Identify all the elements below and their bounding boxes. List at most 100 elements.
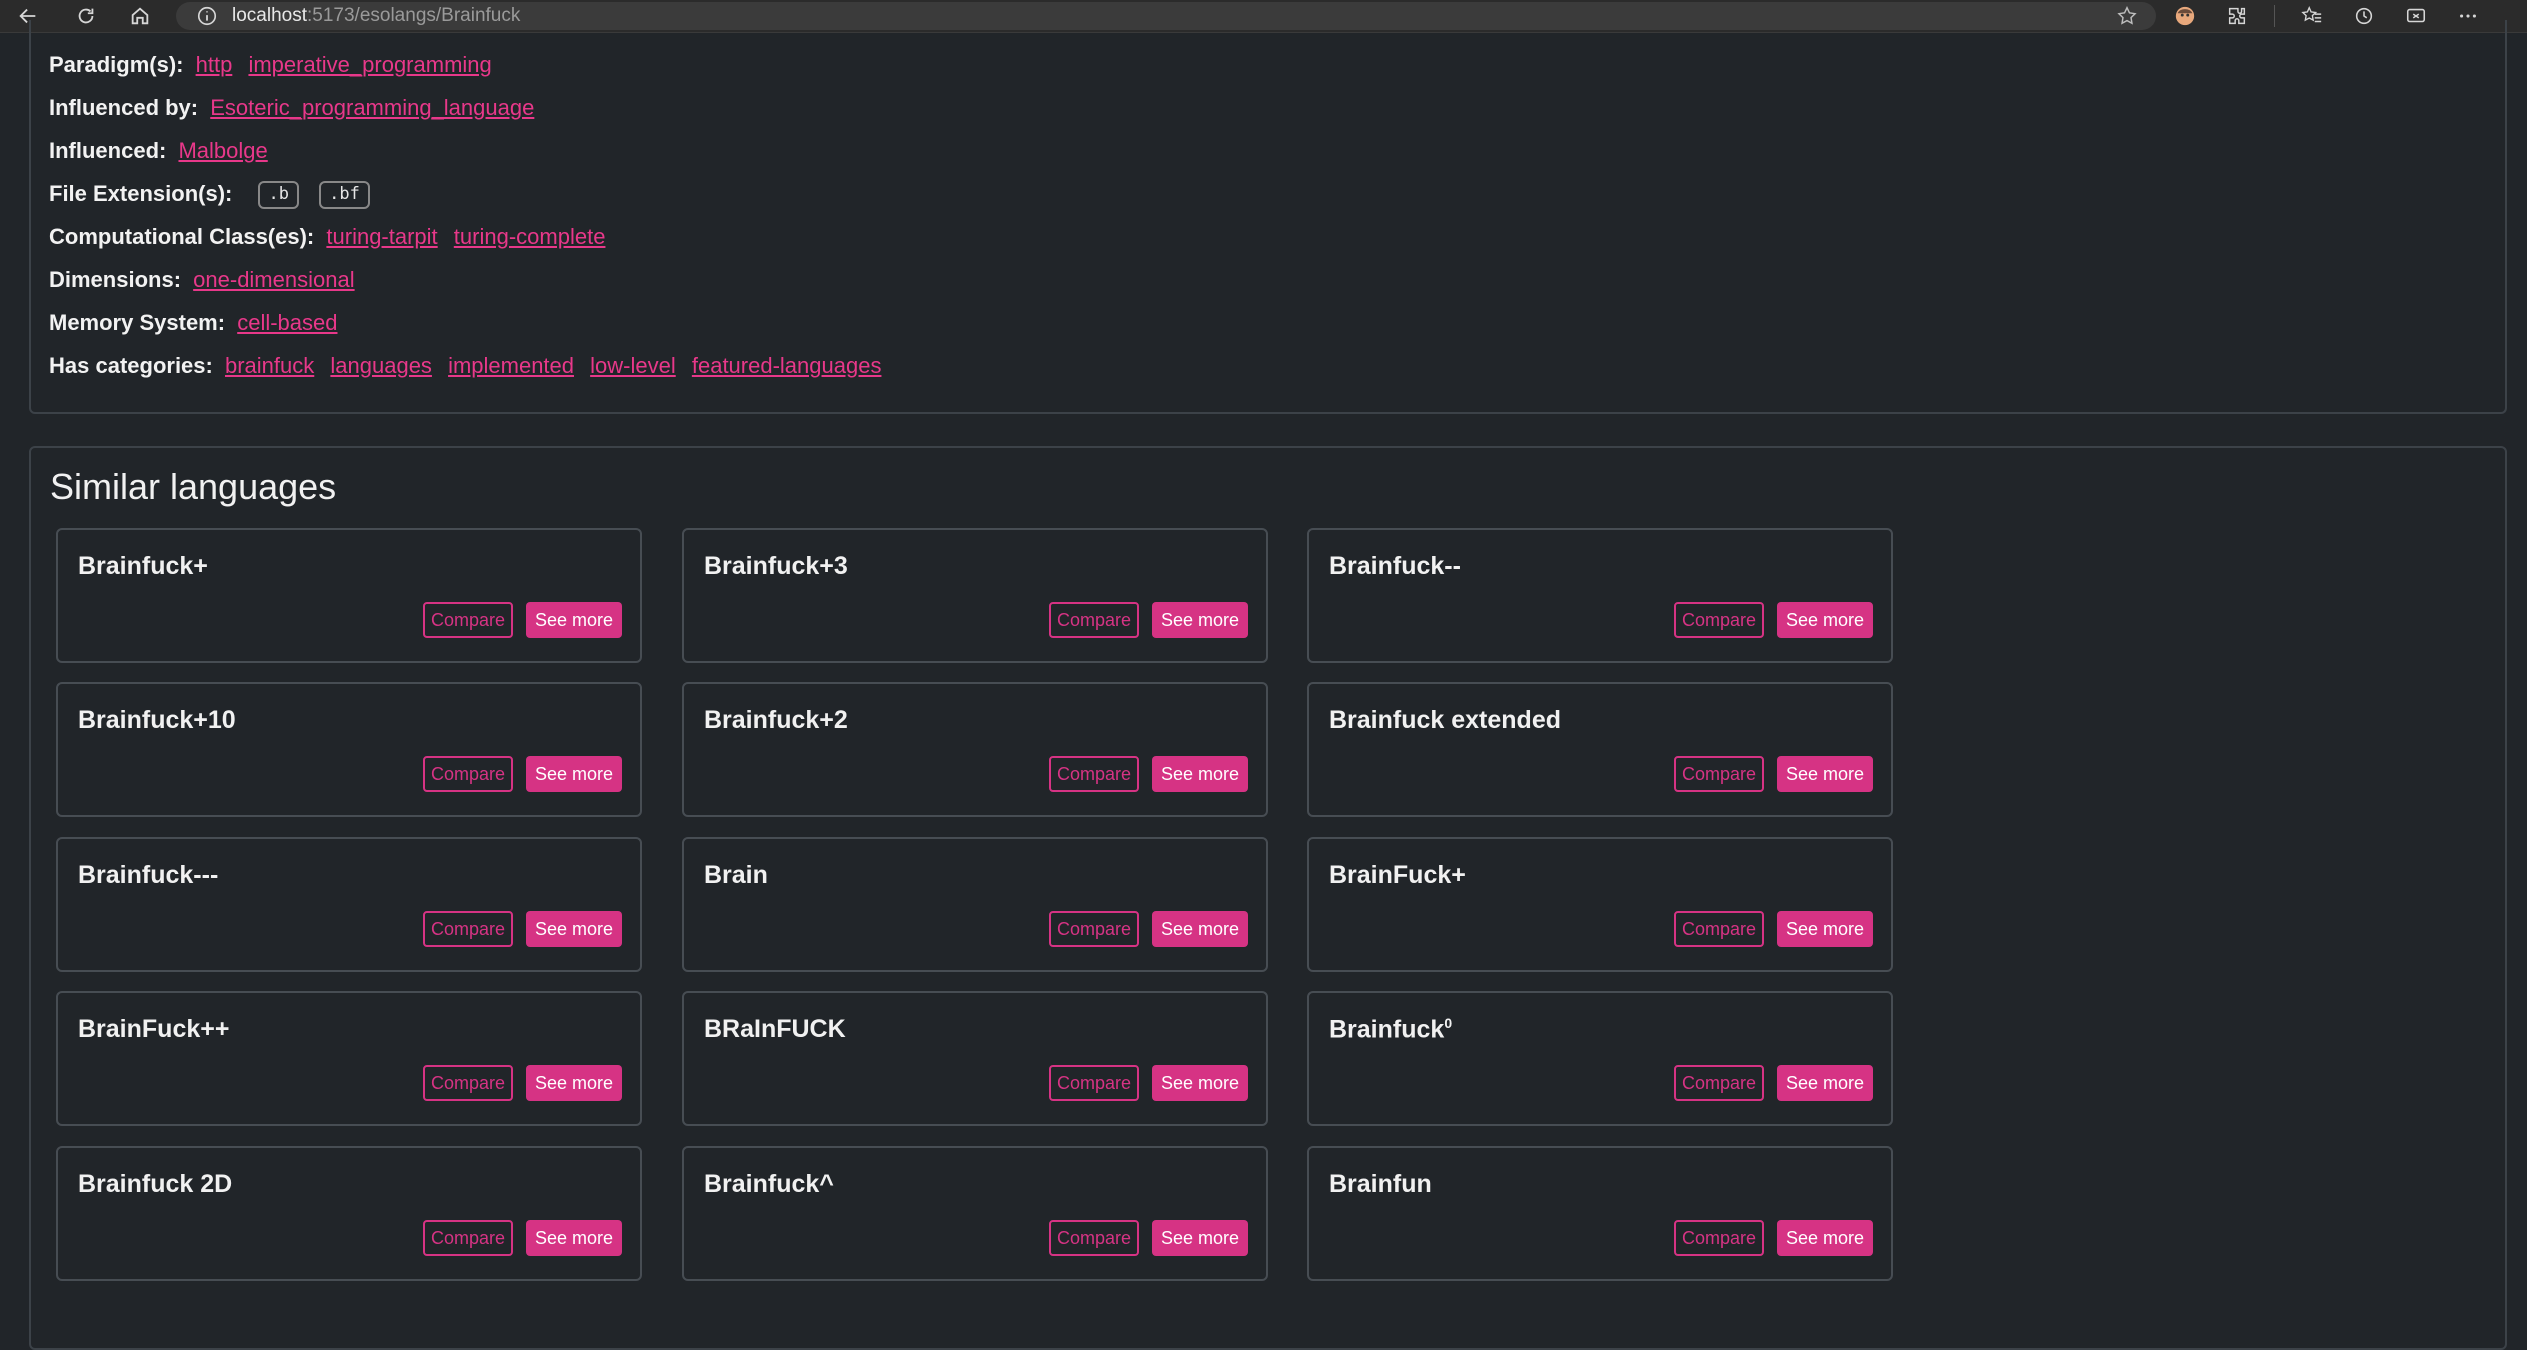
- computational-class-label: Computational Class(es):: [49, 224, 315, 249]
- category-link[interactable]: languages: [330, 353, 432, 378]
- language-card-name: Brainfuck+3: [704, 552, 848, 581]
- language-card-name: BRaInFUCK: [704, 1015, 846, 1044]
- language-card: Brainfuck-- Compare See more: [1307, 528, 1893, 663]
- see-more-button[interactable]: See more: [1152, 1065, 1248, 1101]
- language-card-name: BrainFuck+: [1329, 861, 1466, 890]
- language-card: Brainfuck+2 Compare See more: [682, 682, 1268, 817]
- paradigm-row: Paradigm(s): http imperative_programming: [49, 50, 502, 80]
- compare-button[interactable]: Compare: [1674, 1065, 1764, 1101]
- compare-button[interactable]: Compare: [1049, 1220, 1139, 1256]
- language-name-text: Brainfuck+: [78, 552, 208, 580]
- language-name-text: Brainfuck+10: [78, 706, 236, 734]
- influenced-label: Influenced:: [49, 138, 167, 163]
- computational-class-link[interactable]: turing-complete: [454, 224, 606, 249]
- see-more-button[interactable]: See more: [526, 1065, 622, 1101]
- computational-class-link[interactable]: turing-tarpit: [326, 224, 437, 249]
- language-card-name: Brainfuck 2D: [78, 1170, 232, 1199]
- language-card-name: Brainfuck+2: [704, 706, 848, 735]
- language-name-text: Brainfuck+3: [704, 552, 848, 580]
- compare-button[interactable]: Compare: [1049, 1065, 1139, 1101]
- language-name-text: Brainfuck--: [1329, 552, 1461, 580]
- language-card: BRaInFUCK Compare See more: [682, 991, 1268, 1126]
- see-more-button[interactable]: See more: [1777, 1220, 1873, 1256]
- language-card: Brainfuck0 Compare See more: [1307, 991, 1893, 1126]
- language-card-name: Brainfuck---: [78, 861, 218, 890]
- language-card-name: Brainfuck--: [1329, 552, 1461, 581]
- language-card: Brainfuck 2D Compare See more: [56, 1146, 642, 1281]
- compare-button[interactable]: Compare: [1674, 756, 1764, 792]
- see-more-button[interactable]: See more: [1152, 756, 1248, 792]
- compare-button[interactable]: Compare: [423, 911, 513, 947]
- compare-button[interactable]: Compare: [423, 1220, 513, 1256]
- memory-system-label: Memory System:: [49, 310, 226, 335]
- compare-button[interactable]: Compare: [1049, 602, 1139, 638]
- language-name-superscript: 0: [1444, 1015, 1453, 1031]
- compare-button[interactable]: Compare: [1674, 1220, 1764, 1256]
- paradigm-link[interactable]: imperative_programming: [248, 52, 491, 77]
- language-card: Brain Compare See more: [682, 837, 1268, 972]
- compare-button[interactable]: Compare: [1049, 911, 1139, 947]
- file-extension-badge: .bf: [319, 181, 370, 210]
- language-name-text: Brainfun: [1329, 1170, 1432, 1198]
- see-more-button[interactable]: See more: [1777, 1065, 1873, 1101]
- file-extensions-label: File Extension(s):: [49, 181, 233, 206]
- influenced-by-link[interactable]: Esoteric_programming_language: [210, 95, 534, 120]
- language-name-text: Brainfuck: [1329, 1015, 1445, 1044]
- language-card-name: Brainfuck extended: [1329, 706, 1561, 735]
- influenced-link[interactable]: Malbolge: [178, 138, 267, 163]
- language-name-text: BRaInFUCK: [704, 1015, 846, 1043]
- computational-class-row: Computational Class(es): turing-tarpit t…: [49, 222, 615, 252]
- category-link[interactable]: low-level: [590, 353, 676, 378]
- compare-button[interactable]: Compare: [1674, 911, 1764, 947]
- paradigm-label: Paradigm(s):: [49, 52, 184, 77]
- influenced-by-row: Influenced by: Esoteric_programming_lang…: [49, 93, 544, 123]
- influenced-by-label: Influenced by:: [49, 95, 199, 120]
- see-more-button[interactable]: See more: [1152, 602, 1248, 638]
- file-extensions-row: File Extension(s): .b .bf: [49, 179, 370, 210]
- category-link[interactable]: featured-languages: [692, 353, 882, 378]
- category-link[interactable]: brainfuck: [225, 353, 314, 378]
- see-more-button[interactable]: See more: [526, 911, 622, 947]
- language-name-text: Brainfuck 2D: [78, 1170, 233, 1198]
- compare-button[interactable]: Compare: [423, 756, 513, 792]
- dimensions-link[interactable]: one-dimensional: [193, 267, 354, 292]
- language-card-name: Brainfuck^: [704, 1170, 834, 1199]
- language-card: Brainfuck extended Compare See more: [1307, 682, 1893, 817]
- language-card-name: Brainfun: [1329, 1170, 1432, 1199]
- language-card-name: BrainFuck++: [78, 1015, 229, 1044]
- dimensions-label: Dimensions:: [49, 267, 182, 292]
- language-name-text: Brainfuck^: [704, 1170, 834, 1198]
- language-card-name: Brainfuck0: [1329, 1015, 1452, 1044]
- language-name-text: Brainfuck---: [78, 861, 219, 889]
- compare-button[interactable]: Compare: [423, 1065, 513, 1101]
- see-more-button[interactable]: See more: [526, 1220, 622, 1256]
- influenced-row: Influenced: Malbolge: [49, 136, 278, 166]
- see-more-button[interactable]: See more: [1777, 756, 1873, 792]
- file-extension-badge: .b: [258, 181, 299, 210]
- see-more-button[interactable]: See more: [1152, 911, 1248, 947]
- language-name-text: BrainFuck+: [1329, 861, 1466, 889]
- language-card: Brainfuck--- Compare See more: [56, 837, 642, 972]
- compare-button[interactable]: Compare: [423, 602, 513, 638]
- language-card: Brainfuck+ Compare See more: [56, 528, 642, 663]
- language-card: BrainFuck+ Compare See more: [1307, 837, 1893, 972]
- categories-row: Has categories: brainfuck languages impl…: [49, 351, 891, 381]
- language-card-name: Brainfuck+: [78, 552, 208, 581]
- language-card: BrainFuck++ Compare See more: [56, 991, 642, 1126]
- see-more-button[interactable]: See more: [526, 602, 622, 638]
- category-link[interactable]: implemented: [448, 353, 574, 378]
- compare-button[interactable]: Compare: [1674, 602, 1764, 638]
- paradigm-link[interactable]: http: [196, 52, 233, 77]
- language-card: Brainfuck+3 Compare See more: [682, 528, 1268, 663]
- language-card: Brainfun Compare See more: [1307, 1146, 1893, 1281]
- language-name-text: Brainfuck extended: [1329, 706, 1562, 734]
- see-more-button[interactable]: See more: [1152, 1220, 1248, 1256]
- see-more-button[interactable]: See more: [1777, 602, 1873, 638]
- language-name-text: Brainfuck+2: [704, 706, 848, 734]
- see-more-button[interactable]: See more: [526, 756, 622, 792]
- compare-button[interactable]: Compare: [1049, 756, 1139, 792]
- see-more-button[interactable]: See more: [1777, 911, 1873, 947]
- memory-system-link[interactable]: cell-based: [237, 310, 337, 335]
- language-card: Brainfuck+10 Compare See more: [56, 682, 642, 817]
- language-card-name: Brainfuck+10: [78, 706, 236, 735]
